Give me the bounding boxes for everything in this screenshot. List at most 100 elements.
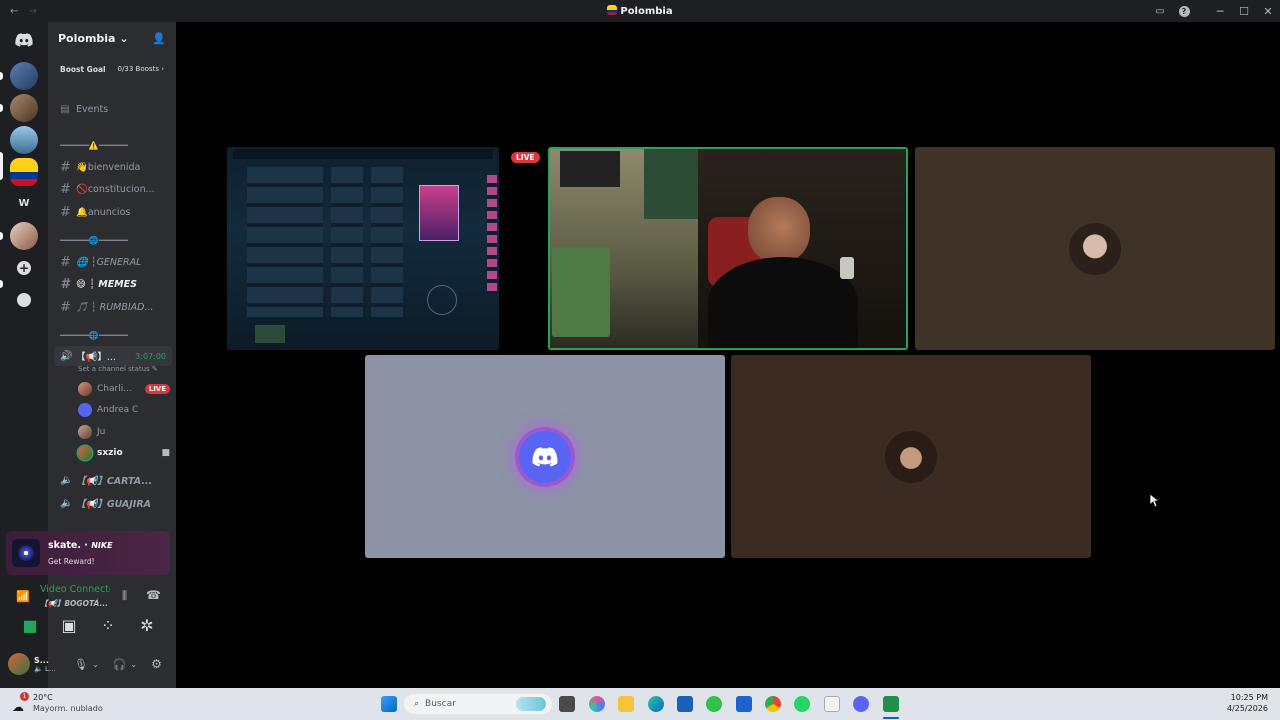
minimize-icon[interactable]: ─ — [1208, 0, 1232, 22]
help-icon[interactable]: ? — [1172, 0, 1196, 22]
avatar[interactable] — [8, 653, 30, 675]
category-divider[interactable]: ━━━━━━⚠️━━━━━━ — [60, 141, 170, 153]
participant-tile[interactable] — [731, 355, 1091, 558]
mouse-cursor-icon — [1150, 494, 1160, 508]
webcam-bed — [552, 247, 610, 337]
windows-taskbar: ☁ 1 20°C Mayorm. nublado ⌕ Buscar 10:25 … — [0, 688, 1280, 720]
webcam-poster — [560, 151, 620, 187]
channel-bienvenida[interactable]: # 👋bienvenida — [54, 157, 172, 177]
unread-pill — [0, 232, 3, 240]
search-placeholder: Buscar — [425, 699, 456, 709]
voice-channel-active[interactable]: 🔊 【📢】... 3:07:00 — [54, 346, 172, 366]
add-server-icon[interactable]: + — [10, 254, 38, 282]
voice-user-row[interactable]: Ju — [78, 423, 170, 441]
explore-icon[interactable] — [10, 286, 38, 314]
maximize-icon[interactable]: ☐ — [1232, 0, 1256, 22]
copilot-icon[interactable] — [589, 696, 605, 712]
channel-anuncios[interactable]: # 🔔anuncios — [54, 202, 172, 222]
task-view-icon[interactable] — [559, 696, 575, 712]
channel-rumbiad[interactable]: # 🎵 ┆ RUMBIAD... — [54, 297, 172, 317]
voice-user-row-self[interactable]: sxzio ■ — [78, 444, 170, 462]
settings-gear-icon[interactable]: ⚙ — [151, 657, 162, 671]
discord-home-icon[interactable] — [10, 26, 38, 54]
forward-arrow-icon[interactable]: → — [28, 6, 36, 17]
voice-user-row[interactable]: Charli... LIVE — [78, 380, 170, 398]
weather-widget[interactable]: ☁ 1 — [10, 692, 30, 714]
boost-goal[interactable]: Boost Goal 0/33 Boosts › — [54, 60, 170, 78]
activities-icon: ⁘ — [101, 615, 115, 635]
activities-button[interactable]: ⁘ — [90, 615, 126, 635]
channel-general[interactable]: # 🌐 ┆GENERAL — [54, 252, 172, 272]
skate-logo-icon — [12, 539, 40, 567]
participant-tile[interactable] — [365, 355, 725, 558]
voice-channel-guajira[interactable]: 🔈 【📢】GUAJIRA — [54, 493, 172, 513]
participant-tile[interactable] — [915, 147, 1275, 350]
disconnect-icon[interactable]: ☎ — [146, 588, 161, 602]
guild-header[interactable]: Polombia ⌄ 👤 — [48, 22, 176, 54]
server-icon[interactable] — [10, 222, 38, 250]
voice-user-row[interactable]: Andrea C — [78, 401, 170, 419]
selected-pill — [0, 152, 3, 180]
channel-label: 😄 ┆ MEMES — [76, 278, 137, 290]
notepad-icon[interactable] — [824, 696, 840, 712]
add-member-icon[interactable]: 👤 — [152, 32, 166, 45]
clock-time: 10:25 PM — [1230, 693, 1268, 702]
headphones-icon[interactable]: 🎧 — [113, 658, 127, 671]
clock[interactable]: 10:25 PM 4/25/2026 — [1227, 693, 1268, 713]
webcam-tile[interactable] — [548, 147, 908, 350]
taskbar-search[interactable]: ⌕ Buscar — [404, 694, 552, 714]
soundboard-icon: ✲ — [140, 615, 154, 635]
channel-status-label: Set a channel status — [78, 365, 150, 373]
hash-icon: # — [60, 299, 71, 315]
signal-icon: 📶 — [16, 590, 30, 603]
voice-channel-cartagena[interactable]: 🔈 【📢】CARTA... — [54, 470, 172, 490]
close-icon[interactable]: ✕ — [1256, 0, 1280, 22]
promo-card[interactable]: skate. · NIKE Get Reward! — [6, 531, 170, 575]
channel-status-prompt[interactable]: Set a channel status ✎ — [78, 365, 158, 373]
clock-date: 4/25/2026 — [1226, 704, 1268, 713]
channel-events[interactable]: ▤ Events — [54, 99, 172, 119]
whatsapp-icon[interactable] — [794, 696, 810, 712]
windows-start-icon[interactable] — [381, 696, 397, 712]
connection-status[interactable]: Video Connected — [40, 584, 110, 595]
search-highlight-icon — [516, 697, 546, 711]
server-icon[interactable] — [10, 62, 38, 90]
inbox-icon[interactable]: ▭ — [1148, 0, 1172, 22]
store-icon[interactable] — [677, 696, 693, 712]
channel-memes[interactable]: # 😄 ┆ MEMES — [54, 274, 172, 294]
noise-suppression-icon[interactable]: ⫼ — [122, 589, 127, 603]
soundboard-button[interactable]: ✲ — [129, 615, 165, 635]
server-icon-polombia[interactable] — [10, 158, 38, 186]
boost-count: 0/33 Boosts — [117, 65, 159, 73]
discord-logo-icon — [532, 446, 558, 467]
channel-label: 🔔anuncios — [76, 206, 131, 218]
voice-user-name: Ju — [97, 427, 106, 437]
app-icon-green[interactable] — [706, 696, 722, 712]
stream-grid-column — [371, 167, 403, 317]
discord-taskbar-icon[interactable] — [853, 696, 869, 712]
promo-cta[interactable]: Get Reward! — [48, 557, 95, 566]
chevron-down-icon[interactable]: ⌄ — [130, 660, 137, 669]
server-icon[interactable] — [10, 94, 38, 122]
app-icon-active[interactable] — [883, 696, 899, 712]
microphone-icon[interactable]: 🎙 — [74, 658, 88, 671]
category-divider[interactable]: ━━━━━━🌐━━━━━━ — [60, 331, 170, 343]
hash-icon: # — [60, 204, 71, 220]
screen-share-button[interactable]: ▣ — [51, 616, 87, 635]
stream-tile[interactable] — [227, 147, 499, 350]
server-icon[interactable] — [10, 126, 38, 154]
edge-icon[interactable] — [648, 696, 664, 712]
category-divider[interactable]: ━━━━━━🌐━━━━━━ — [60, 236, 170, 248]
pencil-icon: ✎ — [151, 365, 158, 373]
channel-constitucion[interactable]: # 🚫constitucion... — [54, 179, 172, 199]
chevron-down-icon[interactable]: ⌄ — [92, 660, 99, 669]
user-name[interactable]: S... — [34, 656, 64, 665]
back-arrow-icon[interactable]: ← — [10, 6, 18, 17]
server-icon-w[interactable]: W — [10, 190, 38, 218]
weather-temp: 20°C — [33, 693, 53, 702]
app-icon-blue[interactable] — [736, 696, 752, 712]
camera-button[interactable]: ■ — [12, 616, 48, 635]
file-explorer-icon[interactable] — [618, 696, 634, 712]
chrome-icon[interactable] — [765, 696, 781, 712]
connection-channel[interactable]: 【📢】BOGOTÁ... — [40, 598, 112, 609]
